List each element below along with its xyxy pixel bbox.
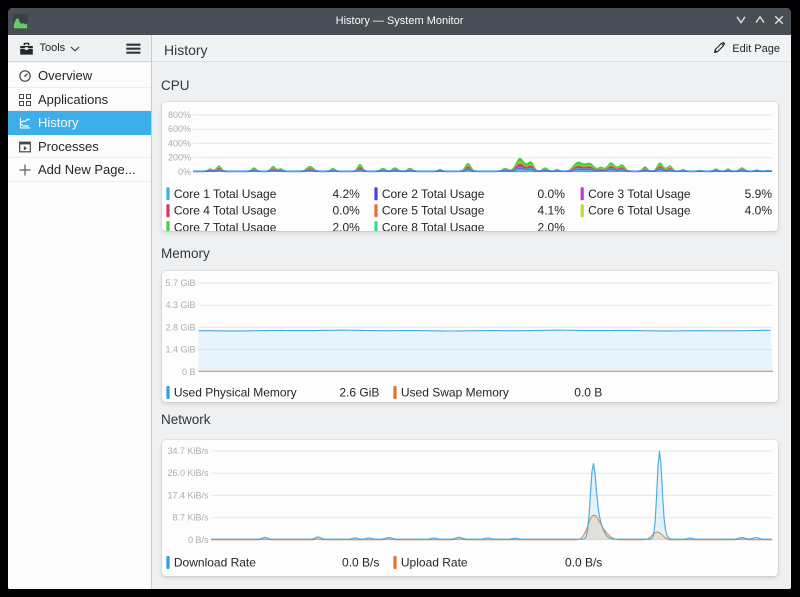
svg-text:Download Rate: Download Rate	[174, 556, 256, 570]
svg-text:8.7 KiB/s: 8.7 KiB/s	[172, 513, 209, 523]
svg-text:1.4 GiB: 1.4 GiB	[165, 345, 195, 355]
svg-text:2.0%: 2.0%	[538, 221, 566, 231]
svg-text:2.8 GiB: 2.8 GiB	[165, 322, 195, 332]
svg-text:34.7 KiB/s: 34.7 KiB/s	[167, 446, 209, 456]
svg-text:200%: 200%	[168, 153, 191, 163]
svg-text:Used Physical Memory: Used Physical Memory	[174, 386, 297, 400]
svg-text:0 B: 0 B	[182, 367, 196, 377]
svg-text:0.0%: 0.0%	[538, 187, 566, 201]
svg-text:600%: 600%	[168, 124, 191, 134]
svg-text:Core 3 Total Usage: Core 3 Total Usage	[588, 187, 691, 201]
svg-text:17.4 KiB/s: 17.4 KiB/s	[167, 490, 209, 500]
svg-text:Core 4 Total Usage: Core 4 Total Usage	[174, 204, 277, 218]
svg-text:0 B/s: 0 B/s	[188, 535, 209, 545]
svg-text:5.7 GiB: 5.7 GiB	[165, 278, 195, 288]
svg-text:0.0 B/s: 0.0 B/s	[565, 556, 602, 570]
svg-text:400%: 400%	[168, 138, 191, 148]
svg-text:Core 1 Total Usage: Core 1 Total Usage	[174, 187, 277, 201]
svg-text:0.0%: 0.0%	[332, 204, 360, 218]
svg-text:Core 6 Total Usage: Core 6 Total Usage	[588, 204, 691, 218]
svg-text:0.0 B/s: 0.0 B/s	[342, 556, 379, 570]
svg-text:Core 7 Total Usage: Core 7 Total Usage	[174, 221, 277, 231]
svg-text:Core 2 Total Usage: Core 2 Total Usage	[382, 187, 485, 201]
svg-text:26.0 KiB/s: 26.0 KiB/s	[167, 468, 209, 478]
svg-text:Core 8 Total Usage: Core 8 Total Usage	[382, 221, 485, 231]
svg-text:4.0%: 4.0%	[745, 204, 773, 218]
svg-text:2.6 GiB: 2.6 GiB	[339, 386, 379, 400]
svg-text:0.0 B: 0.0 B	[574, 386, 602, 400]
svg-text:5.9%: 5.9%	[745, 187, 773, 201]
svg-text:4.1%: 4.1%	[538, 204, 566, 218]
svg-text:4.2%: 4.2%	[332, 187, 360, 201]
svg-text:4.3 GiB: 4.3 GiB	[165, 300, 195, 310]
svg-text:2.0%: 2.0%	[332, 221, 360, 231]
svg-text:0%: 0%	[178, 167, 191, 177]
svg-text:Upload Rate: Upload Rate	[401, 556, 468, 570]
svg-text:Core 5 Total Usage: Core 5 Total Usage	[382, 204, 485, 218]
svg-text:800%: 800%	[168, 110, 191, 120]
svg-text:Used Swap Memory: Used Swap Memory	[401, 386, 509, 400]
